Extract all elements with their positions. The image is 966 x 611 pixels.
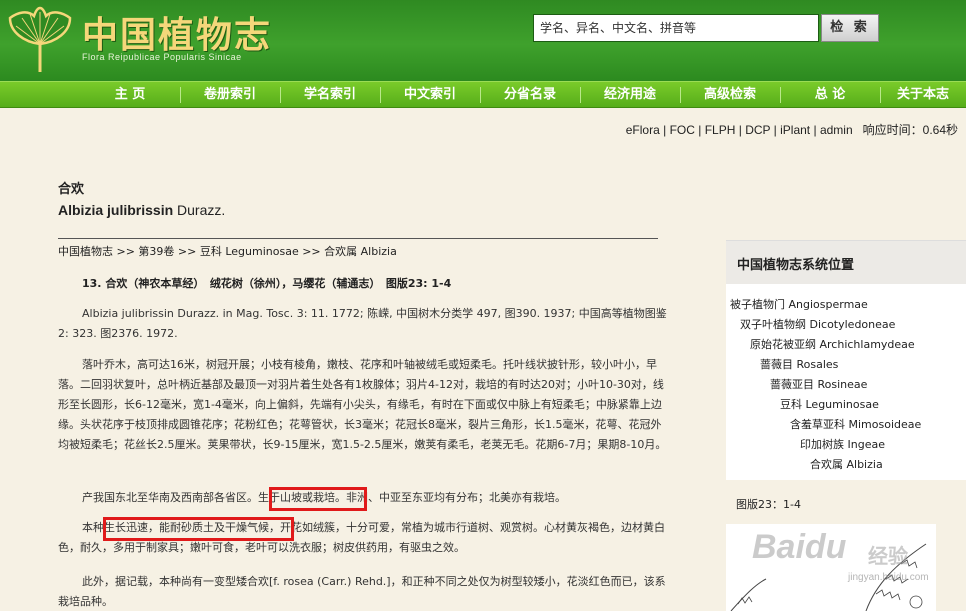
baidu-jingyan-watermark: Baidu: [752, 528, 847, 566]
link-separator: |: [770, 123, 781, 137]
species-heading: 13. 合欢（神农本草经） 绒花树（徐州），马缨花（辅通志） 图版23: 1-4: [82, 277, 452, 290]
link-eflora[interactable]: eFlora: [626, 123, 660, 137]
nav-item-scientific-name-index[interactable]: 学名索引: [280, 82, 380, 108]
nav-item-about[interactable]: 关于本志: [880, 82, 966, 108]
link-separator: |: [659, 123, 670, 137]
link-flph[interactable]: FLPH: [705, 123, 736, 137]
site-header: 中国植物志 Flora Reipublicae Popularis Sinica…: [0, 0, 966, 81]
species-author: Durazz.: [177, 202, 226, 218]
baidu-jingyan-watermark-cn: 经验: [868, 544, 908, 568]
site-logo-title[interactable]: 中国植物志: [82, 6, 272, 58]
link-separator: |: [810, 123, 820, 137]
nav-item-home[interactable]: 主 页: [80, 82, 180, 108]
nav-item-volume-index[interactable]: 卷册索引: [180, 82, 280, 108]
taxonomy-tree: 被子植物门 Angiospermae 双子叶植物纲 Dicotyledoneae…: [726, 284, 966, 480]
tree-item-mimosoideae[interactable]: 含羞草亚科 Mimosoideae: [790, 416, 921, 432]
tree-item-dicotyledoneae[interactable]: 双子叶植物纲 Dicotyledoneae: [740, 316, 895, 332]
baidu-jingyan-watermark-url: jingyan.baidu.com: [848, 572, 929, 583]
external-links-bar: eFlora | FOC | FLPH | DCP | iPlant | adm…: [626, 121, 958, 138]
highlight-box-habitat: [269, 487, 367, 511]
species-binomial: Albizia julibrissin: [58, 202, 174, 218]
tree-item-archichlamydeae[interactable]: 原始花被亚纲 Archichlamydeae: [750, 336, 915, 352]
search-button[interactable]: 检 索: [821, 14, 879, 42]
breadcrumb[interactable]: 中国植物志 >> 第39卷 >> 豆科 Leguminosae >> 合欢属 A…: [58, 243, 397, 259]
site-logo-subtitle: Flora Reipublicae Popularis Sinicae: [82, 52, 242, 62]
link-separator: [853, 123, 863, 137]
tree-item-ingeae[interactable]: 印加树族 Ingeae: [800, 436, 885, 452]
nav-item-chinese-index[interactable]: 中文索引: [380, 82, 480, 108]
link-admin[interactable]: admin: [820, 123, 853, 137]
sidebar-header: 中国植物志系统位置: [726, 240, 966, 284]
search-input[interactable]: 学名、异名、中文名、拼音等: [533, 14, 819, 42]
link-dcp[interactable]: DCP: [745, 123, 770, 137]
highlight-box-growth: [103, 517, 294, 541]
nav-item-advanced-search[interactable]: 高级检索: [680, 82, 780, 108]
tree-item-angiospermae[interactable]: 被子植物门 Angiospermae: [730, 296, 868, 312]
tree-item-albizia[interactable]: 合欢属 Albizia: [810, 456, 883, 472]
link-iplant[interactable]: iPlant: [780, 123, 810, 137]
nav-item-economic-use[interactable]: 经济用途: [580, 82, 680, 108]
ginkgo-leaf-logo-icon[interactable]: [4, 4, 76, 76]
nav-item-province-list[interactable]: 分省名录: [480, 82, 580, 108]
tree-item-rosales[interactable]: 蔷薇目 Rosales: [760, 356, 838, 372]
title-divider: [58, 238, 658, 239]
species-scientific-name: Albizia julibrissin Durazz.: [58, 202, 678, 218]
tree-item-rosineae[interactable]: 蔷薇亚目 Rosineae: [770, 376, 867, 392]
species-title-block: 合欢 Albizia julibrissin Durazz.: [58, 178, 678, 218]
link-separator: |: [735, 123, 746, 137]
variant-paragraph: 此外，据记载，本种尚有一变型矮合欢[f. rosea (Carr.) Rehd.…: [58, 575, 666, 608]
citation-paragraph: Albizia julibrissin Durazz. in Mag. Tosc…: [58, 307, 667, 340]
link-foc[interactable]: FOC: [670, 123, 695, 137]
main-nav: 主 页 卷册索引 学名索引 中文索引 分省名录 经济用途 高级检索 总 论 关于…: [0, 81, 966, 108]
nav-item-overview[interactable]: 总 论: [780, 82, 880, 108]
species-chinese-name: 合欢: [58, 182, 85, 197]
sidebar-title: 中国植物志系统位置: [737, 258, 855, 273]
tree-item-leguminosae[interactable]: 豆科 Leguminosae: [780, 396, 879, 412]
response-time: 响应时间：0.64秒: [862, 123, 958, 137]
description-paragraph: 落叶乔木，高可达16米，树冠开展；小枝有棱角，嫩枝、花序和叶轴被绒毛或短柔毛。托…: [58, 358, 667, 451]
figure-plate-label: 图版23：1-4: [736, 498, 801, 511]
link-separator: |: [694, 123, 705, 137]
